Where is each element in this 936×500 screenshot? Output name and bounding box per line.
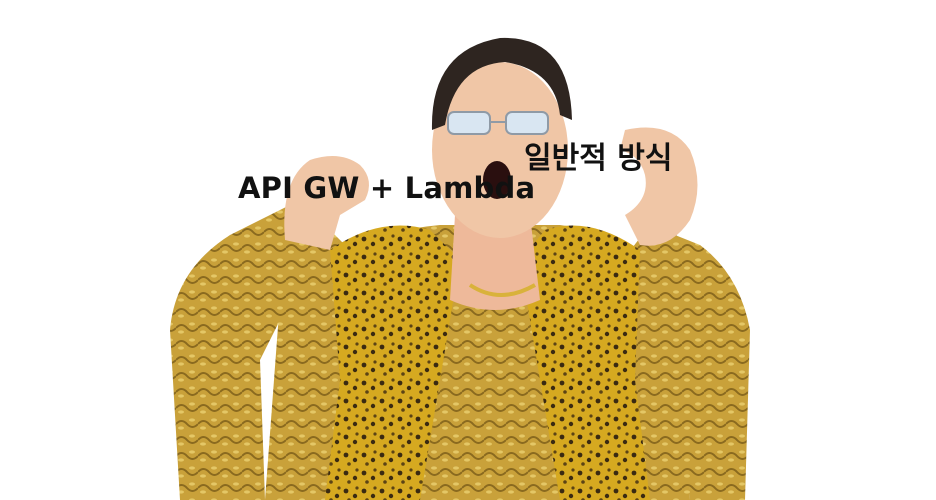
caption-conventional-method: 일반적 방식 (524, 141, 673, 176)
glasses-right-lens (505, 111, 549, 135)
performer-illustration (170, 37, 750, 500)
caption-api-gw-lambda: API GW + Lambda (238, 171, 536, 205)
meme-stage: API GW + Lambda 일반적 방식 (0, 0, 936, 500)
glasses-left-lens (447, 111, 491, 135)
